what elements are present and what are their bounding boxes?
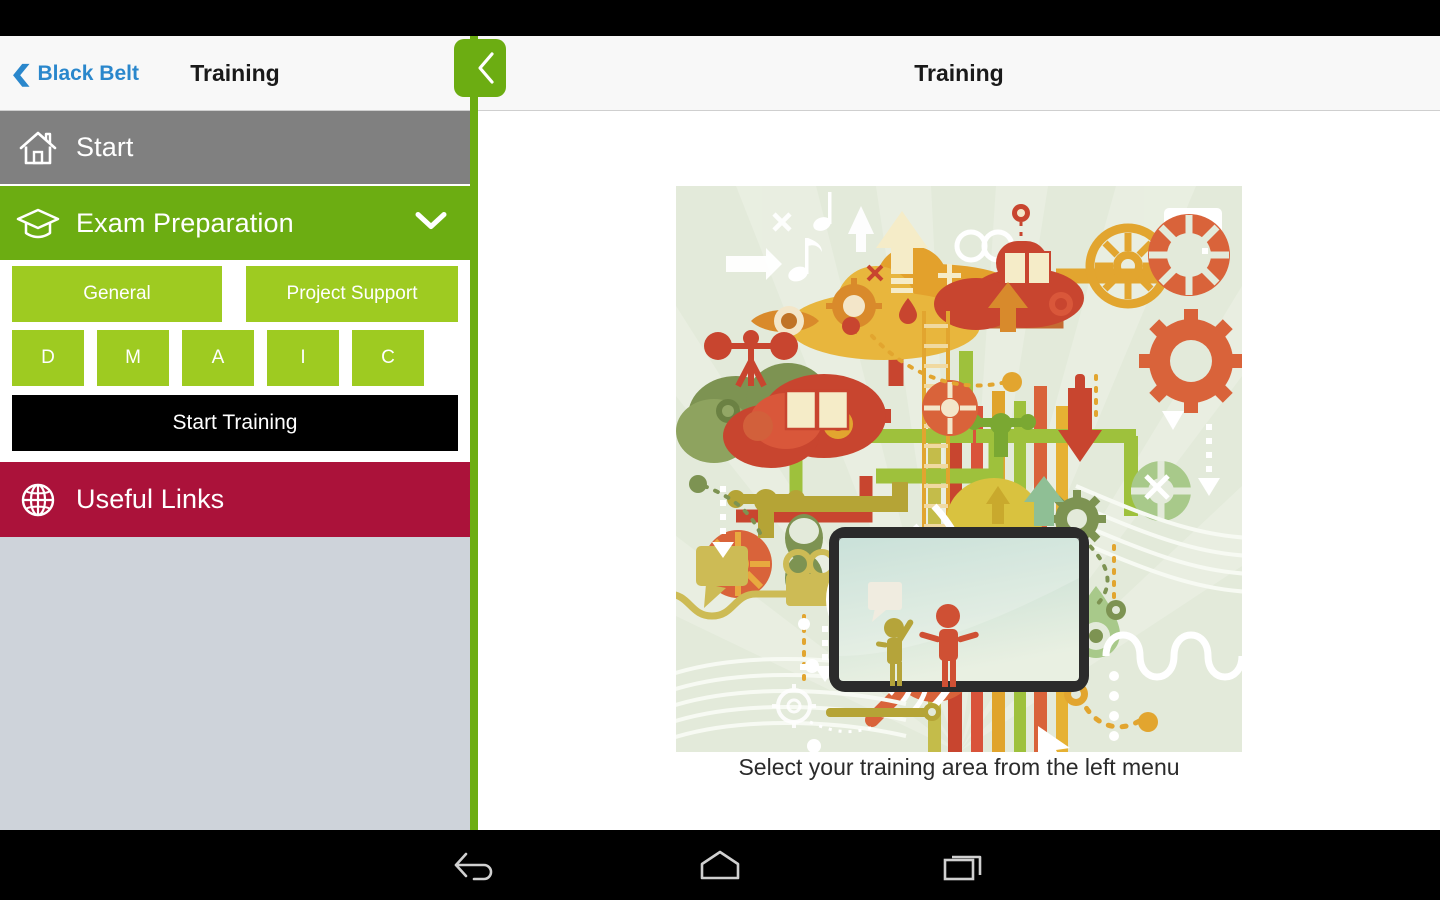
sidebar-item-exam-preparation-label: Exam Preparation [76, 207, 294, 238]
status-bar [0, 0, 1440, 36]
right-panel-title: Training [914, 60, 1004, 86]
phase-d-button[interactable]: D [12, 330, 84, 386]
category-general-button[interactable]: General [12, 266, 222, 322]
sidebar-item-start[interactable]: Start [0, 111, 470, 186]
back-label: Black Belt [37, 61, 139, 85]
graduation-cap-icon [0, 204, 76, 242]
android-recents-icon [943, 855, 982, 881]
dmaic-phase-row: D M A I C [0, 322, 470, 386]
training-illustration [676, 186, 1242, 752]
left-panel-header: Training ❮ Black Belt [0, 36, 470, 111]
chevron-down-icon[interactable] [414, 210, 448, 237]
phase-c-button[interactable]: C [352, 330, 424, 386]
sidebar-item-start-label: Start [76, 132, 134, 162]
chevron-left-icon: ❮ [9, 60, 33, 86]
home-icon [0, 128, 76, 168]
illustration-caption: Select your training area from the left … [738, 754, 1180, 780]
phase-i-button[interactable]: I [267, 330, 339, 386]
sidebar-item-useful-links-label: Useful Links [76, 484, 225, 514]
globe-icon [0, 480, 76, 520]
category-row: General Project Support [0, 262, 470, 322]
exam-preparation-submenu: General Project Support D M A I C Start … [0, 262, 470, 462]
android-back-button[interactable] [416, 830, 536, 900]
android-home-icon [700, 850, 740, 880]
sidebar-item-useful-links[interactable]: Useful Links [0, 462, 470, 537]
collapse-sidebar-button[interactable] [454, 39, 506, 97]
phase-a-button[interactable]: A [182, 330, 254, 386]
right-panel-header: Training [454, 36, 1440, 111]
app-content: Training ❮ Black Belt Start Exam Prepara… [0, 36, 1440, 830]
left-panel: Training ❮ Black Belt Start Exam Prepara… [0, 36, 470, 830]
right-panel: Training Select your training area from … [454, 36, 1440, 830]
category-project-support-button[interactable]: Project Support [246, 266, 458, 322]
start-training-button[interactable]: Start Training [12, 395, 458, 451]
panel-divider [470, 36, 478, 830]
android-navigation-bar [0, 830, 1440, 900]
android-back-icon [454, 852, 493, 881]
phase-m-button[interactable]: M [97, 330, 169, 386]
android-home-button[interactable] [660, 830, 780, 900]
tablet-screen: Training ❮ Black Belt Start Exam Prepara… [0, 0, 1440, 900]
sidebar-menu: Start Exam Preparation General Project S… [0, 111, 470, 537]
android-recents-button[interactable] [904, 830, 1024, 900]
chevron-left-icon [478, 52, 494, 84]
submenu-spacer [0, 451, 470, 462]
back-to-black-belt-button[interactable]: ❮ Black Belt [9, 36, 139, 111]
sidebar-item-exam-preparation[interactable]: Exam Preparation [0, 186, 470, 262]
